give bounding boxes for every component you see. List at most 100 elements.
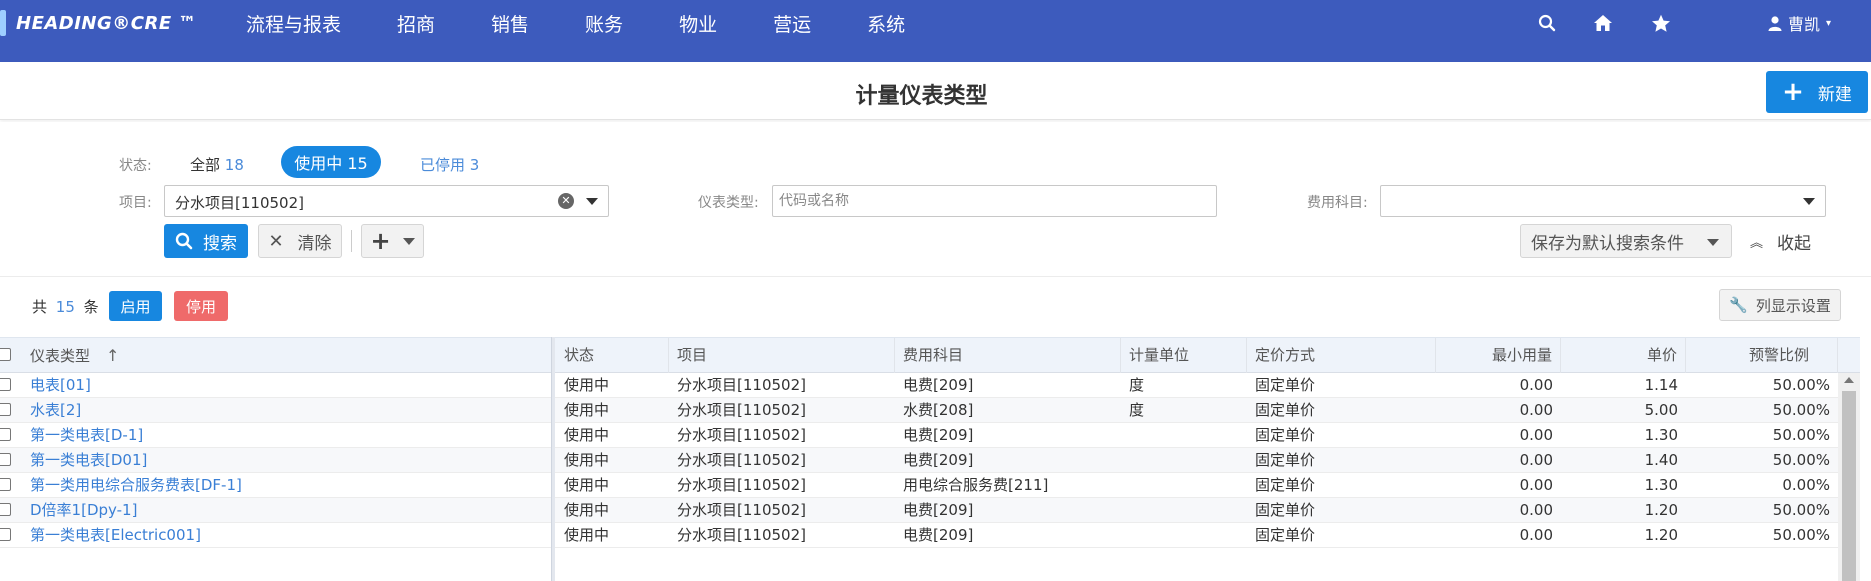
- search-icon[interactable]: [1536, 12, 1558, 34]
- fee-select[interactable]: [1380, 185, 1826, 217]
- user-name: 曹凯: [1787, 15, 1820, 34]
- table-row[interactable]: 第一类电表[Electric001] 使用中 分水项目[110502] 电费[209]…: [0, 523, 1838, 548]
- new-button[interactable]: + 新建: [1766, 71, 1868, 113]
- cell-warning-ratio: 50.00%: [1772, 501, 1830, 519]
- row-checkbox[interactable]: [0, 503, 11, 516]
- select-all-checkbox[interactable]: [0, 348, 11, 361]
- logo[interactable]: HEADING®CRE ™: [0, 8, 197, 38]
- search-button[interactable]: 搜索: [164, 224, 248, 258]
- nav-item-reports[interactable]: 流程与报表: [246, 10, 341, 37]
- meter-type-table: 仪表类型 ↑ 状态 项目 费用科目 计量单位 定价方式 最小用量 单价 预警比例 …: [0, 337, 1860, 581]
- search-button-label: 搜索: [203, 233, 237, 254]
- cell-meter-type[interactable]: D倍率1[Dpy-1]: [22, 498, 552, 522]
- cell-min-usage: 0.00: [1519, 376, 1553, 394]
- cell-min-usage: 0.00: [1519, 401, 1553, 419]
- column-header-fee[interactable]: 费用科目: [895, 338, 1121, 373]
- column-settings-button[interactable]: 🔧 列显示设置: [1719, 289, 1841, 321]
- user-menu[interactable]: 曹凯 ▾: [1768, 11, 1831, 35]
- cell-unit-price: 1.14: [1644, 376, 1678, 394]
- cell-meter-type[interactable]: 第一类用电综合服务费表[DF-1]: [22, 473, 552, 497]
- nav-item-operations[interactable]: 营运: [773, 10, 811, 37]
- project-select-value: 分水项目[110502]: [175, 194, 304, 212]
- star-icon[interactable]: [1650, 12, 1672, 34]
- clear-button[interactable]: ✕ 清除: [258, 224, 342, 258]
- disable-button[interactable]: 停用: [174, 291, 228, 321]
- scroll-up-icon[interactable]: [1844, 377, 1854, 383]
- clear-selection-icon[interactable]: ✕: [558, 193, 574, 209]
- cell-status: 使用中: [564, 426, 610, 444]
- grid-toolbar: 共 15 条 启用 停用 🔧 列显示设置: [0, 288, 1871, 336]
- nav-item-system[interactable]: 系统: [867, 10, 905, 37]
- row-checkbox[interactable]: [0, 378, 11, 391]
- cell-unit: 度: [1129, 401, 1145, 419]
- home-icon[interactable]: [1592, 12, 1614, 34]
- cell-meter-type[interactable]: 第一类电表[D01]: [22, 448, 552, 472]
- nav-item-property[interactable]: 物业: [679, 10, 717, 37]
- column-header-project[interactable]: 项目: [669, 338, 895, 373]
- meter-type-label: 仪表类型:: [698, 195, 759, 211]
- chevron-down-icon[interactable]: [1803, 198, 1815, 205]
- nav-item-sales[interactable]: 销售: [491, 10, 529, 37]
- cell-unit: 度: [1129, 376, 1145, 394]
- cell-meter-type[interactable]: 水表[2]: [22, 398, 552, 422]
- sort-ascending-icon[interactable]: ↑: [106, 338, 119, 373]
- cell-status: 使用中: [564, 501, 610, 519]
- column-header-unit-price[interactable]: 单价: [1561, 338, 1686, 373]
- column-header-meter-type[interactable]: 仪表类型 ↑: [22, 338, 552, 373]
- clear-button-label: 清除: [297, 233, 332, 254]
- cell-unit-price: 1.20: [1644, 526, 1678, 544]
- save-default-search-button[interactable]: 保存为默认搜索条件: [1520, 224, 1732, 258]
- chevron-down-icon[interactable]: [586, 198, 598, 205]
- status-filter-all[interactable]: 全部 18: [190, 154, 244, 175]
- table-row[interactable]: 第一类用电综合服务费表[DF-1] 使用中 分水项目[110502] 用电综合服务费[…: [0, 473, 1838, 498]
- status-filter-active[interactable]: 使用中 15: [281, 146, 381, 178]
- nav-item-leasing[interactable]: 招商: [397, 10, 435, 37]
- meter-type-input[interactable]: [772, 185, 1217, 217]
- cell-min-usage: 0.00: [1519, 451, 1553, 469]
- table-row[interactable]: 第一类电表[D01] 使用中 分水项目[110502] 电费[209] 固定单价 0.00…: [0, 448, 1838, 473]
- vertical-scrollbar[interactable]: [1838, 373, 1860, 581]
- column-header-warning-ratio[interactable]: 预警比例: [1686, 338, 1838, 373]
- row-checkbox[interactable]: [0, 403, 11, 416]
- collapse-button[interactable]: ︽ 收起: [1750, 224, 1811, 258]
- table-row[interactable]: D倍率1[Dpy-1] 使用中 分水项目[110502] 电费[209] 固定单价 0.0…: [0, 498, 1838, 523]
- cell-unit: [1121, 523, 1247, 547]
- row-checkbox[interactable]: [0, 478, 11, 491]
- cell-meter-type[interactable]: 第一类电表[Electric001]: [22, 523, 552, 547]
- fee-label: 费用科目:: [1307, 195, 1368, 211]
- cell-min-usage: 0.00: [1519, 476, 1553, 494]
- cell-warning-ratio: 50.00%: [1772, 376, 1830, 394]
- search-icon: [175, 232, 193, 250]
- row-checkbox[interactable]: [0, 528, 11, 541]
- status-filter-disabled[interactable]: 已停用 3: [420, 154, 479, 175]
- frozen-column-divider[interactable]: [551, 337, 555, 581]
- collapse-label: 收起: [1777, 233, 1812, 254]
- status-label: 状态:: [119, 158, 152, 174]
- record-count-suffix: 条: [83, 298, 99, 316]
- add-filter-button[interactable]: +: [361, 224, 424, 258]
- cell-status: 使用中: [564, 526, 610, 544]
- cell-meter-type[interactable]: 电表[01]: [22, 373, 552, 397]
- cell-status: 使用中: [564, 476, 610, 494]
- row-checkbox[interactable]: [0, 453, 11, 466]
- nav-item-accounts[interactable]: 账务: [585, 10, 623, 37]
- table-row[interactable]: 电表[01] 使用中 分水项目[110502] 电费[209] 度 固定单价 0.00 1.1…: [0, 373, 1838, 398]
- enable-button[interactable]: 启用: [109, 291, 162, 321]
- cell-unit-price: 1.20: [1644, 501, 1678, 519]
- new-button-label: 新建: [1817, 84, 1852, 105]
- chevron-up-icon: ︽: [1750, 235, 1764, 251]
- cell-fee: 电费[209]: [903, 451, 974, 469]
- title-bar: 计量仪表类型 + 新建: [0, 62, 1871, 120]
- record-count: 共 15 条: [32, 296, 99, 317]
- column-header-unit[interactable]: 计量单位: [1121, 338, 1247, 373]
- column-header-min-usage[interactable]: 最小用量: [1436, 338, 1561, 373]
- table-row[interactable]: 水表[2] 使用中 分水项目[110502] 水费[208] 度 固定单价 0.00 5.00…: [0, 398, 1838, 423]
- cell-meter-type[interactable]: 第一类电表[D-1]: [22, 423, 552, 447]
- scrollbar-thumb[interactable]: [1842, 391, 1856, 581]
- project-select[interactable]: 分水项目[110502] ✕: [164, 185, 609, 217]
- table-row[interactable]: 第一类电表[D-1] 使用中 分水项目[110502] 电费[209] 固定单价 0.00…: [0, 423, 1838, 448]
- cell-unit-price: 1.30: [1644, 426, 1678, 444]
- column-header-status[interactable]: 状态: [556, 338, 669, 373]
- column-header-pricing[interactable]: 定价方式: [1247, 338, 1436, 373]
- row-checkbox[interactable]: [0, 428, 11, 441]
